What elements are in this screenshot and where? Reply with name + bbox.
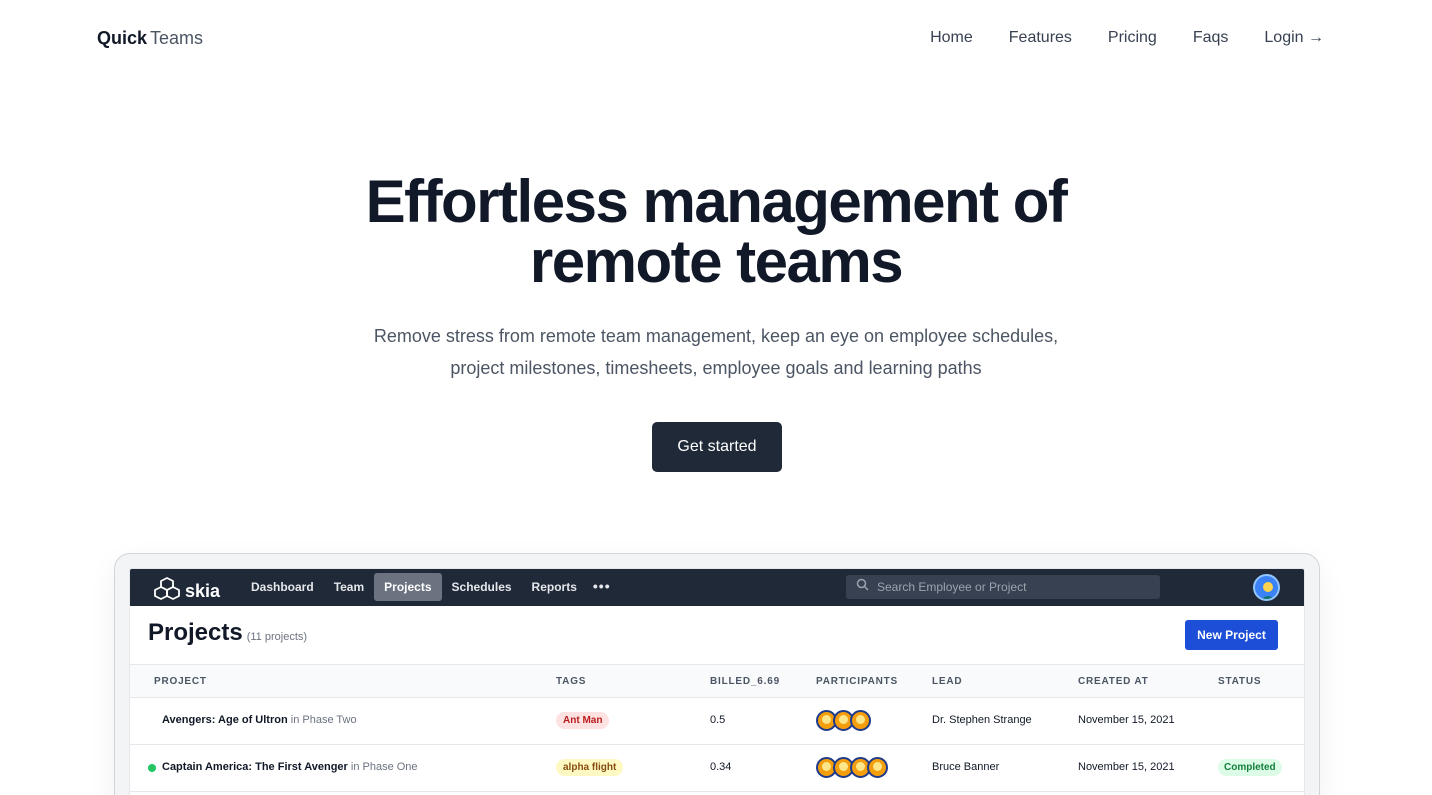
nav-link-login[interactable]: Login → <box>1264 28 1324 48</box>
column-header-participants[interactable]: PARTICIPANTS <box>816 676 898 687</box>
get-started-button[interactable]: Get started <box>652 422 782 472</box>
nav-link-home[interactable]: Home <box>930 28 973 48</box>
projects-header: Projects (11 projects) <box>148 619 307 647</box>
tab-dashboard[interactable]: Dashboard <box>241 573 324 601</box>
tab-reports[interactable]: Reports <box>522 573 587 601</box>
search-input[interactable] <box>877 580 1147 594</box>
more-menu-icon[interactable]: ••• <box>587 573 617 601</box>
brand-name-light: Teams <box>150 28 204 48</box>
cube-logo-icon <box>154 576 180 605</box>
lead-name: Bruce Banner <box>932 761 1000 773</box>
participant-avatar <box>867 757 888 778</box>
user-avatar[interactable] <box>1253 574 1280 601</box>
nav-link-pricing[interactable]: Pricing <box>1108 28 1157 48</box>
active-status-dot <box>148 764 156 772</box>
column-header-project[interactable]: PROJECT <box>154 676 207 687</box>
lead-name: Dr. Stephen Strange <box>932 714 1032 726</box>
app-logo-text: skia <box>185 580 221 601</box>
search-icon <box>856 578 869 596</box>
tag-badge[interactable]: Ant Man <box>556 712 610 729</box>
brand-logo[interactable]: Quick Teams <box>97 27 203 49</box>
tab-team[interactable]: Team <box>324 573 374 601</box>
column-header-status[interactable]: STATUS <box>1218 676 1261 687</box>
nav-link-faqs[interactable]: Faqs <box>1193 28 1229 48</box>
search-bar <box>846 575 1160 599</box>
app-tabs: Dashboard Team Projects Schedules Report… <box>241 573 617 601</box>
new-project-button[interactable]: New Project <box>1185 620 1278 650</box>
top-navigation: Quick Teams Home Features Pricing Faqs Lo… <box>0 0 1432 76</box>
project-name-cell[interactable]: Avengers: Age of Ultron in Phase Two <box>162 714 357 726</box>
table-header: PROJECT TAGS BILLED_6.69 PARTICIPANTS LE… <box>130 664 1304 698</box>
billed-value: 0.34 <box>710 761 732 773</box>
project-name: Captain America: The First Avenger <box>162 761 348 773</box>
participant-avatar <box>850 710 871 731</box>
table-row[interactable]: Captain America: The First Avenger in Ph… <box>130 745 1304 792</box>
hero-subtitle-line-2: project milestones, timesheets, employee… <box>450 358 982 378</box>
app-logo[interactable]: skia <box>154 576 220 605</box>
billed-value: 0.5 <box>710 714 726 726</box>
tab-projects[interactable]: Projects <box>374 573 442 601</box>
hero-title-line-2: remote teams <box>529 228 904 295</box>
hero-subtitle-line-1: Remove stress from remote team managemen… <box>373 326 1059 346</box>
participant-avatars[interactable] <box>816 710 871 731</box>
column-header-lead[interactable]: LEAD <box>932 676 962 687</box>
tab-schedules[interactable]: Schedules <box>442 573 522 601</box>
hero-title: Effortless management of remote teams <box>0 172 1432 292</box>
column-header-tags[interactable]: TAGS <box>556 676 586 687</box>
project-phase: in Phase Two <box>290 714 357 726</box>
hero-title-line-1: Effortless management of <box>365 168 1068 235</box>
tag-badge[interactable]: alpha flight <box>556 759 624 776</box>
created-at: November 15, 2021 <box>1078 761 1175 773</box>
project-name-cell[interactable]: Captain America: The First Avenger in Ph… <box>162 761 418 773</box>
column-header-billed[interactable]: BILLED_6.69 <box>710 676 780 687</box>
project-phase: in Phase One <box>350 761 418 773</box>
hero-subtitle: Remove stress from remote team managemen… <box>336 320 1096 384</box>
created-at: November 15, 2021 <box>1078 714 1175 726</box>
app-navbar: skia Dashboard Team Projects Schedules R… <box>130 569 1304 606</box>
brand-name-bold: Quick <box>97 28 148 48</box>
app-preview: skia Dashboard Team Projects Schedules R… <box>129 568 1305 795</box>
page-title: Projects <box>148 619 243 646</box>
nav-link-features[interactable]: Features <box>1009 28 1072 48</box>
status-badge: Completed <box>1218 759 1282 776</box>
column-header-created-at[interactable]: CREATED AT <box>1078 676 1149 687</box>
project-name: Avengers: Age of Ultron <box>162 714 288 726</box>
participant-avatars[interactable] <box>816 757 888 778</box>
project-count: (11 projects) <box>246 631 308 643</box>
nav-links: Home Features Pricing Faqs Login → <box>930 28 1324 48</box>
table-row[interactable]: Avengers: Age of Ultron in Phase Two Ant… <box>130 698 1304 745</box>
